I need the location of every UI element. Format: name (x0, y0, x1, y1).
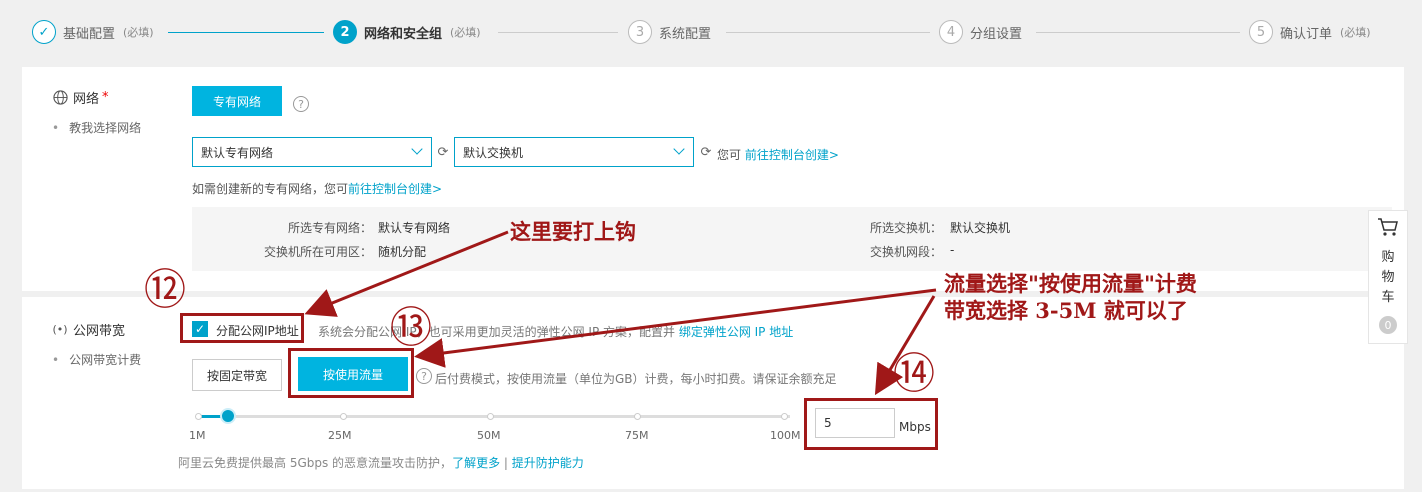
annotation-note-2-line-2: 带宽选择 3-5M 就可以了 (944, 298, 1188, 323)
step-marker-13: ⑬ (390, 303, 433, 352)
annotation-note-1: 这里要打上钩 (510, 219, 636, 244)
annotation-note-2-line-1: 流量选择"按使用流量"计费 (944, 271, 1197, 296)
arrow-to-checkbox (304, 230, 509, 317)
annotation-arrows (304, 230, 937, 396)
highlight-assign-ip (180, 313, 304, 343)
arrow-to-traffic-button (414, 288, 937, 368)
highlight-traffic-button (288, 348, 414, 398)
step-marker-14: ⑭ (893, 349, 936, 398)
step-marker-12: ⑫ (144, 265, 187, 314)
highlight-bandwidth-input (804, 398, 938, 450)
